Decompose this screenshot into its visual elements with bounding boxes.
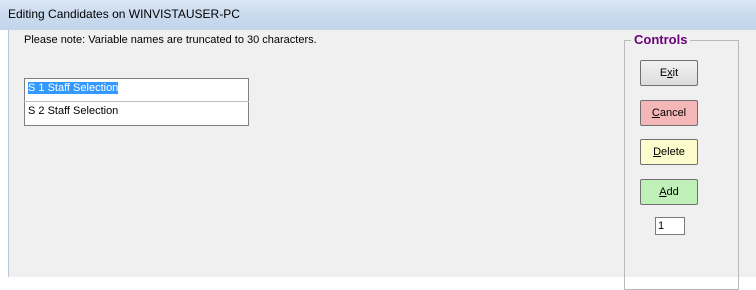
exit-button[interactable]: Exit bbox=[640, 60, 698, 86]
candidate-label: S 1 Staff Selection bbox=[28, 82, 119, 94]
delete-button[interactable]: Delete bbox=[640, 139, 698, 165]
add-count-field[interactable]: 1 bbox=[655, 217, 685, 235]
controls-legend: Controls bbox=[631, 32, 691, 47]
cancel-label-end: ancel bbox=[659, 107, 687, 119]
truncation-note: Please note: Variable names are truncate… bbox=[24, 34, 317, 46]
cancel-button[interactable]: Cancel bbox=[640, 100, 698, 126]
add-accelerator: A bbox=[659, 186, 667, 198]
cancel-accelerator: C bbox=[651, 107, 660, 119]
candidate-item[interactable]: S 1 Staff Selection bbox=[27, 80, 227, 99]
candidates-list[interactable]: S 1 Staff Selection S 2 Staff Selection bbox=[24, 78, 249, 126]
window-title: Editing Candidates on WINVISTAUSER-PC bbox=[8, 7, 240, 21]
title-bar: Editing Candidates on WINVISTAUSER-PC bbox=[0, 0, 756, 30]
exit-label-end: it bbox=[672, 67, 679, 79]
add-label-end: dd bbox=[666, 186, 679, 198]
list-divider bbox=[24, 101, 249, 102]
candidate-label: S 2 Staff Selection bbox=[28, 105, 119, 117]
delete-label-end: elete bbox=[661, 146, 685, 158]
candidate-item[interactable]: S 2 Staff Selection bbox=[27, 103, 227, 122]
delete-accelerator: D bbox=[653, 146, 662, 158]
add-button[interactable]: Add bbox=[640, 179, 698, 205]
